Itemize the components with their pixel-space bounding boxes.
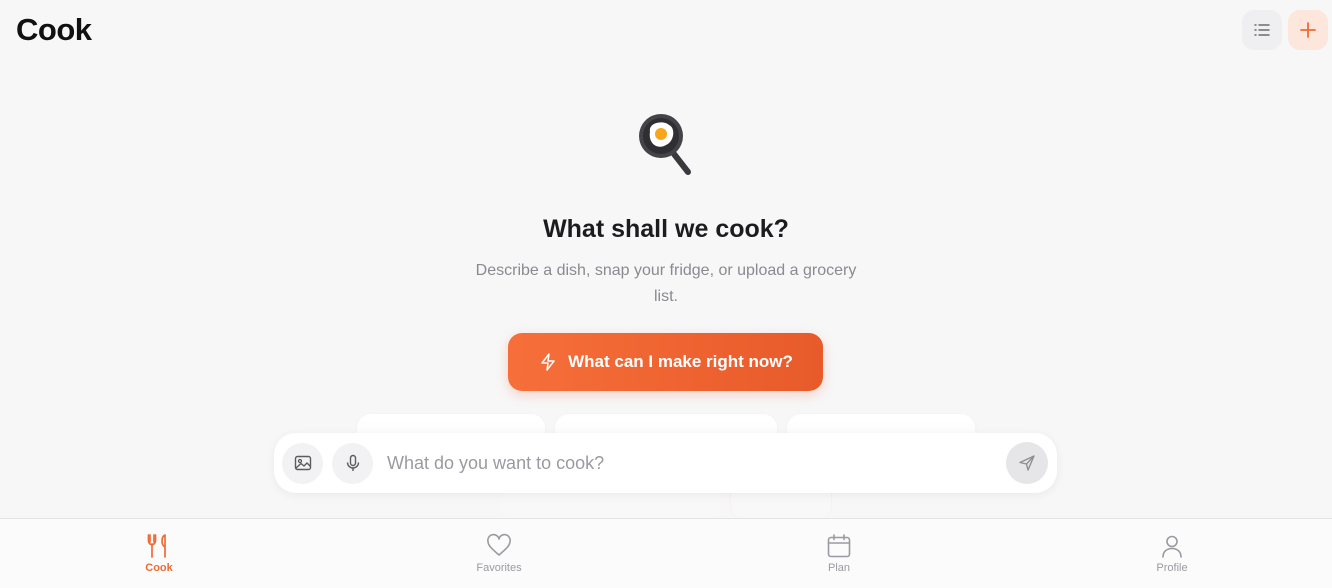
list-icon — [1254, 24, 1270, 36]
header-actions — [1242, 10, 1328, 50]
tab-plan[interactable]: Plan — [779, 519, 899, 588]
microphone-icon — [346, 454, 359, 471]
tab-favorites[interactable]: Favorites — [439, 519, 559, 588]
send-icon — [1019, 455, 1035, 471]
tab-cook[interactable]: Cook — [99, 519, 219, 588]
tab-plan-label: Plan — [827, 562, 851, 574]
plus-icon — [1300, 22, 1316, 38]
person-icon — [1162, 535, 1182, 558]
heart-icon — [487, 533, 511, 556]
send-button[interactable] — [1006, 442, 1048, 484]
microphone-button[interactable] — [332, 442, 373, 484]
hero-subtitle: Describe a dish, snap your fridge, or up… — [475, 262, 857, 305]
fork-knife-icon — [147, 534, 166, 558]
list-button[interactable] — [1242, 10, 1282, 50]
attach-image-button[interactable] — [282, 442, 323, 484]
cook-prompt-input[interactable] — [387, 443, 1006, 483]
tab-profile[interactable]: Profile — [1112, 519, 1232, 588]
tab-cook-label: Cook — [145, 562, 173, 574]
tab-favorites-label: Favorites — [476, 562, 522, 574]
hero-title: What shall we cook? — [543, 215, 789, 243]
frying-pan-egg-icon — [639, 114, 691, 175]
what-can-i-make-button[interactable]: What can I make right now? — [508, 333, 823, 391]
tab-profile-label: Profile — [1156, 562, 1188, 574]
image-icon — [294, 455, 311, 471]
tab-bar: Cook Favorites Plan Profile — [0, 518, 1332, 588]
app-title: Cook — [16, 12, 92, 47]
calendar-icon — [827, 534, 851, 558]
cta-label: What can I make right now? — [568, 352, 793, 371]
composer — [274, 433, 1057, 493]
hero: What shall we cook? Describe a dish, sna… — [0, 110, 1332, 310]
lightning-icon — [541, 353, 555, 371]
new-chat-button[interactable] — [1288, 10, 1328, 50]
